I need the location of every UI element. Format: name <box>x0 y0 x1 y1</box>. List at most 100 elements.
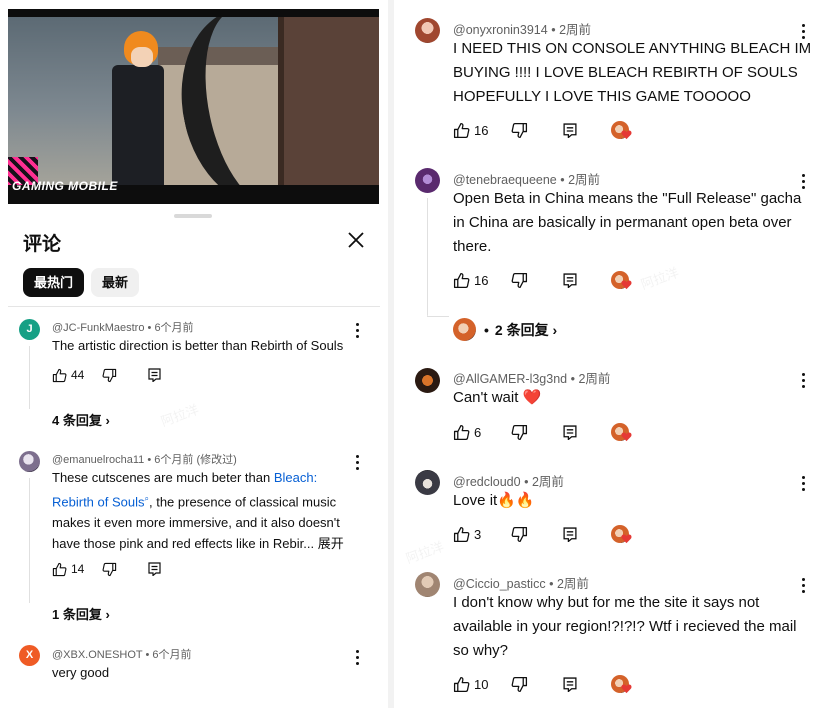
avatar[interactable] <box>415 18 440 43</box>
like-count: 10 <box>474 676 489 692</box>
like-button[interactable]: 10 <box>453 674 488 694</box>
comment-actions: 14 <box>52 559 172 579</box>
video-player[interactable]: GAMING MOBILE <box>8 9 379 204</box>
reply-icon <box>563 676 577 692</box>
more-vert-icon[interactable] <box>354 650 360 666</box>
avatar[interactable] <box>415 168 440 193</box>
comment-text: I NEED THIS ON CONSOLE ANYTHING BLEACH I… <box>453 40 812 105</box>
comment-author[interactable]: @Ciccio_pasticc <box>453 577 546 591</box>
dislike-button[interactable] <box>511 524 528 544</box>
thumbs-up-icon <box>52 368 67 382</box>
comment-author[interactable]: @tenebraequeene <box>453 173 557 187</box>
comment-actions: 16 <box>453 270 633 290</box>
tab-newest[interactable]: 最新 <box>91 268 140 297</box>
video-link[interactable]: Rebirth of Souls <box>52 494 145 509</box>
dislike-button[interactable] <box>511 120 528 140</box>
video-link[interactable]: Bleach: <box>274 470 317 485</box>
video-frame <box>8 17 379 185</box>
heart-icon <box>621 534 632 544</box>
like-button[interactable]: 16 <box>453 120 488 140</box>
comment-time: 6个月前 <box>154 322 194 334</box>
reply-button[interactable] <box>563 524 577 544</box>
divider <box>8 306 380 307</box>
avatar[interactable] <box>19 451 40 472</box>
reply-button[interactable] <box>563 674 577 694</box>
creator-heart <box>611 422 632 442</box>
comment-author[interactable]: @redcloud0 <box>453 475 521 489</box>
reply-button[interactable] <box>148 559 161 579</box>
comment-text: The artistic direction is better than Re… <box>52 338 344 353</box>
comment-author[interactable]: @emanuelrocha11 <box>52 454 144 466</box>
thread-line <box>427 198 428 316</box>
thumbs-down-icon <box>511 424 528 440</box>
avatar[interactable] <box>415 470 440 495</box>
comment-meta: @AllGAMER-l3g3nd • 2周前 <box>453 372 611 386</box>
comment-time: 2周前 <box>531 475 564 489</box>
comment-time: 2周前 <box>559 23 592 37</box>
comment-author[interactable]: @XBX.ONESHOT <box>52 649 142 661</box>
comment-text: Can't wait ❤️ <box>453 389 542 406</box>
like-button[interactable]: 14 <box>52 559 84 579</box>
edited-label: (修改过) <box>196 454 237 466</box>
reply-button[interactable] <box>563 422 577 442</box>
reply-button[interactable] <box>563 120 577 140</box>
comment-text: I don't know why but for me the site it … <box>453 594 797 659</box>
reply-icon <box>563 272 577 288</box>
creator-heart <box>611 120 632 140</box>
reply-icon <box>563 122 577 138</box>
reply-icon <box>563 526 577 542</box>
more-vert-icon[interactable] <box>800 476 806 492</box>
more-vert-icon[interactable] <box>800 578 806 594</box>
view-replies-button[interactable]: 1 条回复 › <box>52 604 110 623</box>
thumbs-up-icon <box>453 272 470 288</box>
comment-actions: 10 <box>453 674 633 694</box>
thumbs-up-icon <box>52 562 67 576</box>
drag-handle[interactable] <box>174 214 212 218</box>
comment-author[interactable]: @onyxronin3914 <box>453 23 548 37</box>
avatar[interactable]: J <box>19 319 40 340</box>
thumbs-up-icon <box>453 424 470 440</box>
reply-button[interactable] <box>563 270 577 290</box>
reply-icon <box>563 424 577 440</box>
avatar[interactable]: X <box>19 645 40 666</box>
dislike-button[interactable] <box>102 559 117 579</box>
like-button[interactable]: 6 <box>453 422 481 442</box>
comments-title: 评论 <box>23 234 62 255</box>
dislike-button[interactable] <box>511 422 528 442</box>
left-panel: GAMING MOBILE 评论 最热门 最新 J @JC-FunkMaestr… <box>0 0 388 708</box>
chevron-right-icon: › <box>105 413 110 428</box>
creator-avatar <box>453 318 476 341</box>
dislike-button[interactable] <box>511 674 528 694</box>
more-vert-icon[interactable] <box>800 373 806 389</box>
view-replies-button[interactable]: 4 条回复 › <box>52 410 110 429</box>
comment-author[interactable]: @AllGAMER-l3g3nd <box>453 372 567 386</box>
comment-author[interactable]: @JC-FunkMaestro <box>52 322 144 334</box>
like-count: 14 <box>71 562 85 576</box>
heart-icon <box>621 432 632 442</box>
thumbs-down-icon <box>102 368 117 382</box>
expand-button[interactable]: 展开 <box>318 536 344 551</box>
creator-heart <box>611 674 632 694</box>
heart-icon <box>621 130 632 140</box>
comment-meta: @XBX.ONESHOT • 6个月前 <box>52 649 192 661</box>
comment-meta: @JC-FunkMaestro • 6个月前 <box>52 322 194 334</box>
video-overlay-logo: GAMING MOBILE <box>12 179 118 193</box>
reply-icon <box>148 562 161 576</box>
tab-top-comments[interactable]: 最热门 <box>23 268 85 297</box>
avatar[interactable] <box>415 572 440 597</box>
comment-time: 2周前 <box>578 372 611 386</box>
close-icon[interactable] <box>346 230 366 250</box>
like-count: 3 <box>474 526 482 542</box>
dislike-button[interactable] <box>102 365 117 385</box>
reply-button[interactable] <box>148 365 161 385</box>
thumbs-down-icon <box>511 122 528 138</box>
thumbs-down-icon <box>102 562 117 576</box>
dislike-button[interactable] <box>511 270 528 290</box>
comment-time: 6个月前 <box>154 454 194 466</box>
like-button[interactable]: 3 <box>453 524 481 544</box>
like-button[interactable]: 44 <box>52 365 84 385</box>
like-button[interactable]: 16 <box>453 270 488 290</box>
more-vert-icon[interactable] <box>354 323 360 339</box>
view-replies-button[interactable]: • 2 条回复 › <box>453 318 557 341</box>
avatar[interactable] <box>415 368 440 393</box>
